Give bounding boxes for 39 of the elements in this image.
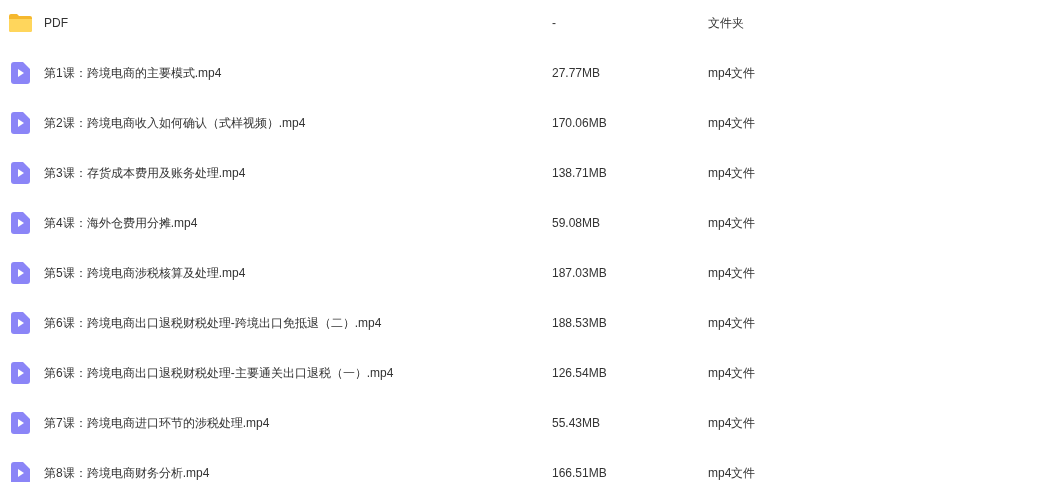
file-name[interactable]: 第3课：存货成本费用及账务处理.mp4	[44, 164, 552, 182]
file-type: mp4文件	[708, 165, 756, 182]
file-size: 27.77MB	[552, 65, 602, 82]
file-name[interactable]: 第4课：海外仓费用分摊.mp4	[44, 214, 552, 232]
video-file-icon	[10, 362, 30, 384]
video-file-icon	[10, 112, 30, 134]
video-file-icon	[10, 212, 30, 234]
file-type: 文件夹	[708, 15, 744, 32]
file-type: mp4文件	[708, 315, 756, 332]
folder-icon	[7, 13, 33, 33]
file-name[interactable]: PDF	[44, 14, 552, 32]
file-size: -	[552, 15, 557, 32]
file-name[interactable]: 第5课：跨境电商涉税核算及处理.mp4	[44, 264, 552, 282]
file-type: mp4文件	[708, 215, 756, 232]
file-size: 55.43MB	[552, 415, 602, 432]
file-type: mp4文件	[708, 265, 756, 282]
file-name[interactable]: 第7课：跨境电商进口环节的涉税处理.mp4	[44, 414, 552, 432]
video-file-icon	[10, 62, 30, 84]
file-type: mp4文件	[708, 65, 756, 82]
file-name[interactable]: 第2课：跨境电商收入如何确认（式样视频）.mp4	[44, 114, 552, 132]
file-type: mp4文件	[708, 415, 756, 432]
video-file-icon	[10, 162, 30, 184]
file-type: mp4文件	[708, 365, 756, 382]
file-size: 187.03MB	[552, 265, 608, 282]
video-file-icon	[10, 312, 30, 334]
video-file-icon	[10, 262, 30, 284]
file-name[interactable]: 第1课：跨境电商的主要模式.mp4	[44, 64, 552, 82]
file-size: 166.51MB	[552, 465, 608, 482]
file-size: 138.71MB	[552, 165, 608, 182]
file-name[interactable]: 第6课：跨境电商出口退税财税处理-主要通关出口退税（一）.mp4	[44, 364, 552, 382]
file-size: 126.54MB	[552, 365, 608, 382]
file-size: 59.08MB	[552, 215, 602, 232]
file-name[interactable]: 第8课：跨境电商财务分析.mp4	[44, 464, 552, 482]
file-size: 188.53MB	[552, 315, 608, 332]
file-size: 170.06MB	[552, 115, 608, 132]
video-file-icon	[10, 412, 30, 434]
file-type: mp4文件	[708, 115, 756, 132]
file-name[interactable]: 第6课：跨境电商出口退税财税处理-跨境出口免抵退（二）.mp4	[44, 314, 552, 332]
file-type: mp4文件	[708, 465, 756, 482]
